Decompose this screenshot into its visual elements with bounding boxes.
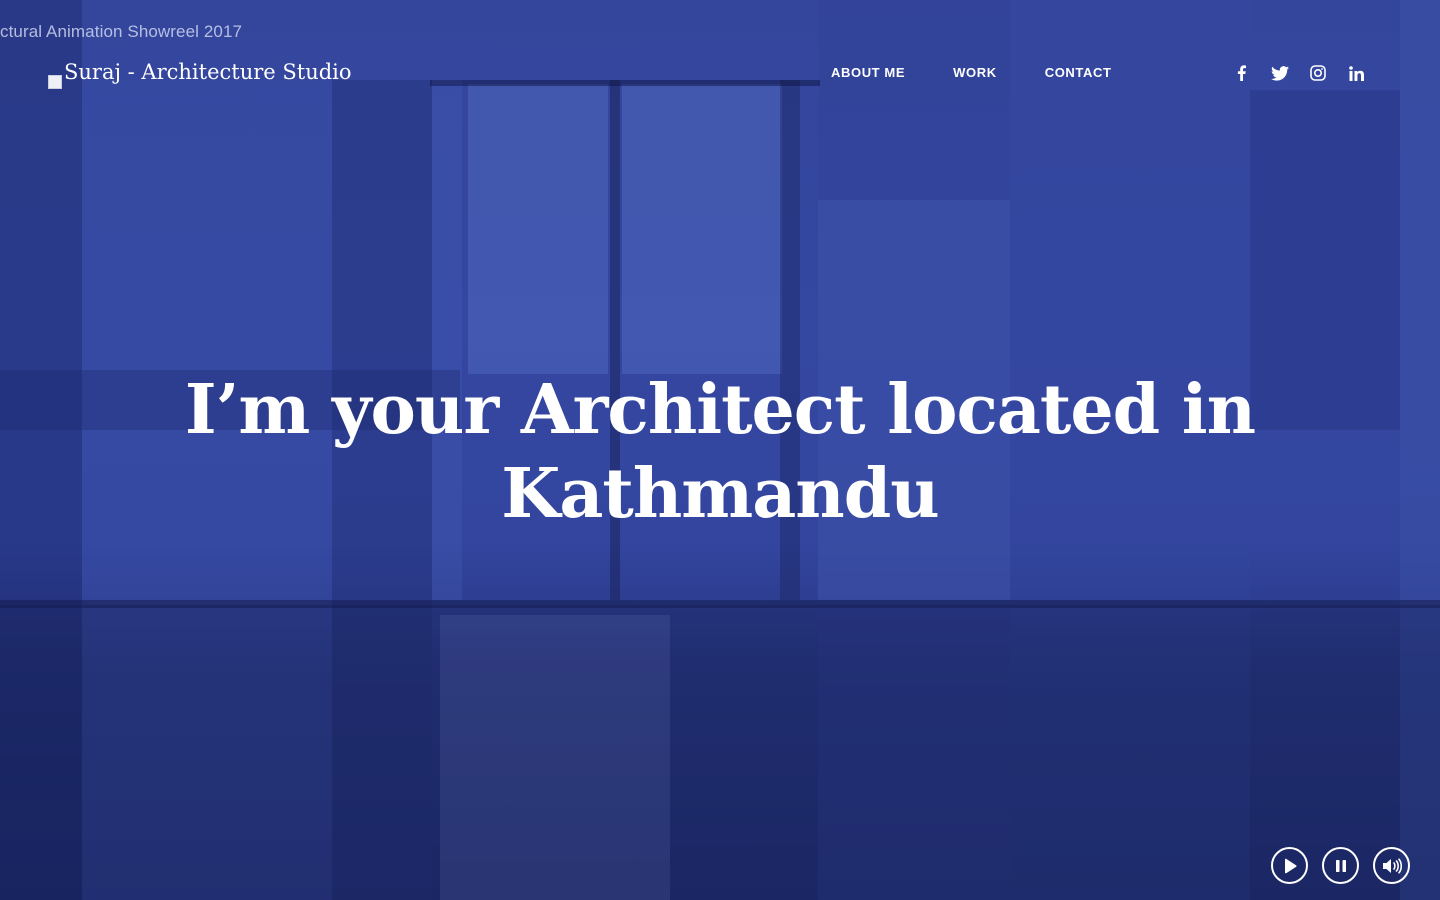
play-button[interactable] (1271, 847, 1308, 884)
pause-icon (1335, 859, 1346, 872)
instagram-icon[interactable] (1308, 63, 1328, 83)
hero-line-1: I’m your Architect located in (0, 368, 1440, 452)
facebook-icon[interactable] (1231, 63, 1251, 83)
video-controls (1271, 847, 1410, 884)
hero-prefix: I’m your (184, 370, 521, 450)
main-nav: ABOUT ME WORK CONTACT (831, 65, 1160, 81)
pause-button[interactable] (1322, 847, 1359, 884)
nav-contact[interactable]: CONTACT (1045, 65, 1112, 81)
site-logo[interactable]: Suraj - Architecture Studio (48, 62, 352, 90)
volume-button[interactable] (1373, 847, 1410, 884)
nav-work[interactable]: WORK (953, 65, 997, 81)
play-icon (1284, 858, 1297, 873)
hero-line-2: Kathmandu (501, 454, 939, 534)
hero-suffix: located in (864, 370, 1256, 450)
volume-icon (1382, 857, 1402, 874)
video-title[interactable]: ctural Animation Showreel 2017 (0, 22, 242, 42)
logo-alt-text: Suraj - Architecture Studio (64, 62, 352, 84)
social-links (1231, 63, 1385, 83)
broken-image-icon (48, 75, 62, 89)
nav-about-me[interactable]: ABOUT ME (831, 65, 905, 81)
hero-highlight-word: Architect (520, 370, 866, 450)
twitter-icon[interactable] (1270, 63, 1290, 83)
linkedin-icon[interactable] (1347, 63, 1367, 83)
hero-heading: I’m your Architect located in Kathmandu (0, 368, 1440, 536)
